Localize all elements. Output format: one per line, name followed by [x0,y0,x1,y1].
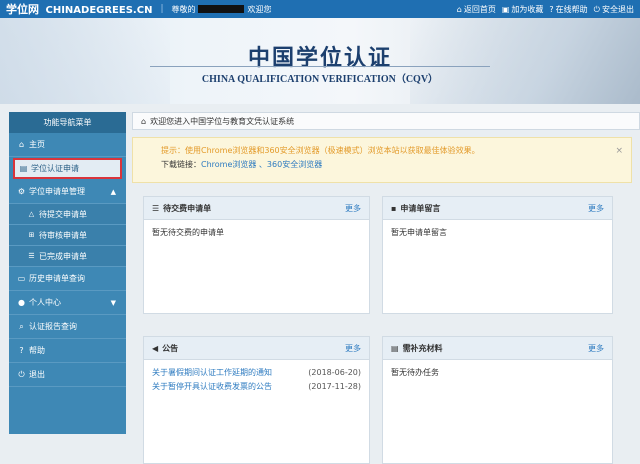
sidebar-item-personal-center[interactable]: ● 个人中心 ▼ [9,291,126,315]
home-icon: ⌂ [18,140,25,149]
sidebar-item-label: 个人中心 [29,298,61,307]
sidebar-item-report-query[interactable]: ⌕ 认证报告查询 [9,315,126,339]
search-icon: ⌕ [19,321,24,331]
help-link[interactable]: ? 在线帮助 [549,4,587,15]
logo-cn: 学位网 [6,3,39,16]
announcement-date: (2017-11-28) [308,382,361,391]
top-bar: 学位网 CHINADEGREES.CN | 尊敬的 欢迎您 ⌂ 返回首页 ▣ 加为收… [0,0,640,18]
power-icon: ⏻ [593,4,600,14]
sidebar-item-label: 退出 [29,370,45,379]
panel-title: 待交费申请单 [163,203,212,213]
sidebar-item-application-management[interactable]: ⚙ 学位申请单管理 ▲ [9,180,126,204]
sidebar-item-label: 历史申请单查询 [29,274,85,283]
sidebar-item-pending-submit[interactable]: △ 待提交申请单 [9,204,126,225]
more-link[interactable]: 更多 [588,343,604,354]
panel-supplement: ▤ 需补充材料 更多 暂无待办任务 [382,336,613,464]
banner-subtitle: CHINA QUALIFICATION VERIFICATION（CQV） [201,74,439,85]
sidebar-item-history[interactable]: ▭ 历史申请单查询 [9,267,126,291]
more-link[interactable]: 更多 [588,203,604,214]
more-link[interactable]: 更多 [345,343,361,354]
redacted-username [198,5,245,13]
welcome-prefix: 尊敬的 [171,4,196,14]
chevron-up-icon: ▲ [110,187,116,196]
announcement-date: (2018-06-20) [308,368,361,377]
list-item: 关于暑假期间认证工作延期的通知 (2018-06-20) [152,366,361,380]
sidebar-item-completed[interactable]: ☰ 已完成申请单 [9,246,126,267]
announcement-link[interactable]: 关于暂停开具认证收费发票的公告 [152,380,272,394]
document-icon: ▤ [391,343,399,353]
home-icon: ⌂ [456,4,462,14]
cart-icon: ⊞ [28,231,35,239]
more-link[interactable]: 更多 [345,203,361,214]
sidebar-item-label: 待提交申请单 [39,209,87,219]
panel-title: 申请单留言 [400,203,441,213]
list-icon: ☰ [152,203,160,213]
sidebar-item-label: 待审核申请单 [39,230,87,240]
banner-title: 中国学位认证 [247,45,392,71]
empty-message: 暂无待办任务 [391,368,439,377]
browser-notice: 提示：使用Chrome浏览器和360安全浏览器（极速模式）浏览本站以获取最佳体验… [132,137,632,183]
panel-header: ☰ 待交费申请单 更多 [144,197,369,220]
announcement-list: 关于暑假期间认证工作延期的通知 (2018-06-20) 关于暂停开具认证收费发… [144,360,369,400]
sidebar-item-pending-review[interactable]: ⊞ 待审核申请单 [9,225,126,246]
panel-header: ▤ 需补充材料 更多 [383,337,612,360]
sidebar-item-label: 已完成申请单 [39,251,87,261]
welcome-message: 欢迎您进入中国学位与教育文凭认证系统 [150,116,295,126]
sidebar-header: 功能导航菜单 [9,112,126,133]
home-link[interactable]: ⌂ 返回首页 [457,4,496,15]
sidebar-item-home[interactable]: ⌂ 主页 [9,133,126,157]
panel-messages: ▪ 申请单留言 更多 暂无申请单留言 [382,196,613,314]
site-logo[interactable]: 学位网 CHINADEGREES.CN [6,1,152,17]
sidebar-item-logout[interactable]: ⏻ 退出 [9,363,126,387]
sidebar-item-label: 学位申请单管理 [29,187,85,196]
sidebar-item-help[interactable]: ? 帮助 [9,339,126,363]
panel-announcements: ◀ 公告 更多 关于暑假期间认证工作延期的通知 (2018-06-20) 关于暂… [143,336,370,464]
top-links: ⌂ 返回首页 ▣ 加为收藏 ? 在线帮助 ⏻ 安全退出 [457,4,634,15]
warning-icon: △ [28,210,35,218]
announcement-link[interactable]: 关于暑假期间认证工作延期的通知 [152,366,272,380]
empty-message: 暂无待交费的申请单 [152,228,224,237]
gear-icon: ⚙ [17,187,26,196]
welcome-text: 尊敬的 欢迎您 [171,4,271,15]
empty-message: 暂无申请单留言 [391,228,447,237]
welcome-suffix: 欢迎您 [247,4,272,14]
sidebar-nav: 功能导航菜单 ⌂ 主页 ▤ 学位认证申请 ⚙ 学位申请单管理 ▲ △ 待提交申请… [9,112,126,434]
header-banner: 中国学位认证 CHINA QUALIFICATION VERIFICATION（… [0,18,640,104]
panel-header: ▪ 申请单留言 更多 [383,197,612,220]
sidebar-item-label: 帮助 [29,346,45,355]
sidebar-item-label: 主页 [29,140,45,149]
bookmark-icon: ▣ [501,4,510,14]
folder-icon: ▭ [17,274,26,283]
megaphone-icon: ◀ [152,343,159,353]
help-icon: ? [19,346,24,355]
divider: | [160,4,164,14]
sidebar-item-label: 认证报告查询 [29,322,77,331]
banner-divider [150,66,490,67]
panel-title: 需补充材料 [402,343,443,353]
home-icon: ⌂ [141,116,147,126]
bookmark-link[interactable]: ▣ 加为收藏 [502,4,544,15]
welcome-bar: ⌂ 欢迎您进入中国学位与教育文凭认证系统 [132,112,640,130]
user-icon: ● [18,298,25,307]
sidebar-item-label: 学位认证申请 [31,164,79,173]
panel-title: 公告 [162,343,179,353]
notice-text: 提示：使用Chrome浏览器和360安全浏览器（极速模式）浏览本站以获取最佳体验… [161,146,480,155]
panel-header: ◀ 公告 更多 [144,337,369,360]
comment-icon: ▪ [391,203,397,213]
power-icon: ⏻ [18,369,25,379]
sidebar-item-degree-application[interactable]: ▤ 学位认证申请 [13,158,122,179]
logout-link[interactable]: ⏻ 安全退出 [594,4,634,15]
document-icon: ▤ [19,164,28,173]
logo-en: CHINADEGREES.CN [45,5,153,16]
help-icon: ? [549,4,554,14]
list-item: 关于暂停开具认证收费发票的公告 (2017-11-28) [152,380,361,394]
notice-download-links[interactable]: Chrome浏览器 、360安全浏览器 [201,160,322,169]
list-icon: ☰ [28,252,35,260]
close-icon[interactable]: × [615,144,623,158]
notice-download-prefix: 下载链接： [161,160,201,169]
chevron-down-icon: ▼ [110,298,116,307]
panel-pending-payment: ☰ 待交费申请单 更多 暂无待交费的申请单 [143,196,370,314]
